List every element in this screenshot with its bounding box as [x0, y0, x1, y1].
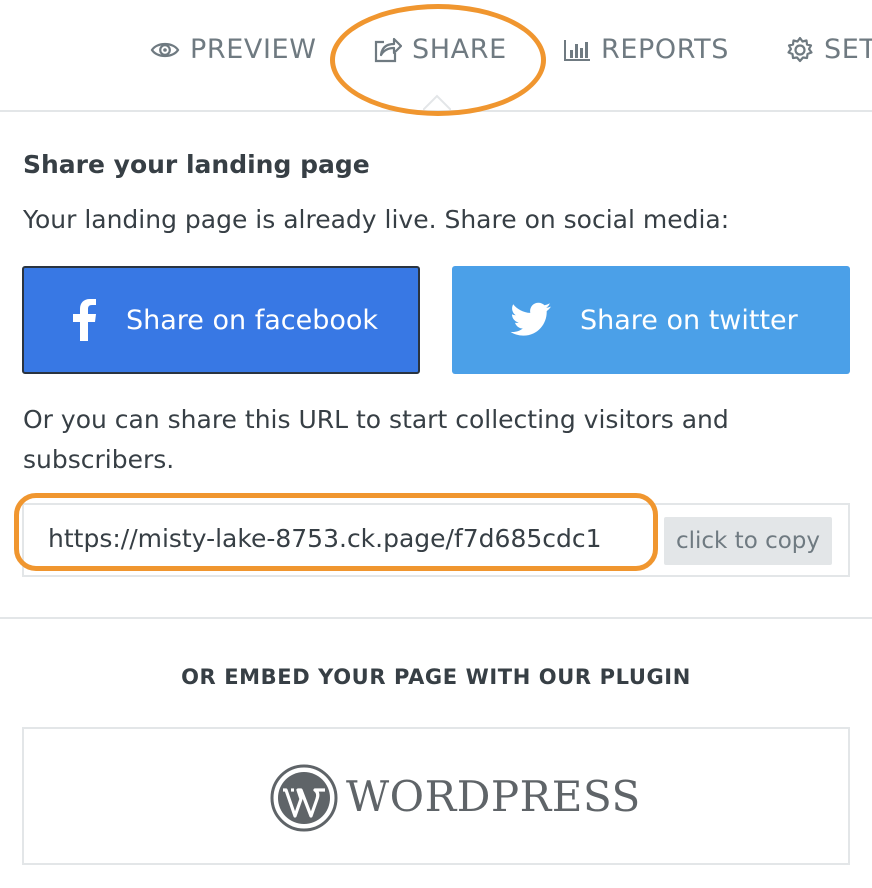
wordpress-logo-icon: [270, 764, 338, 832]
tab-reports[interactable]: REPORTS: [563, 34, 729, 65]
eye-icon: [150, 39, 180, 61]
url-description: Or you can share this URL to start colle…: [23, 405, 729, 474]
top-nav: PREVIEW SHARE REPORTS SETT: [0, 0, 872, 112]
copy-url-button[interactable]: click to copy: [664, 517, 832, 565]
twitter-icon: [510, 302, 552, 338]
wordpress-wordmark-text: WORDPRESS: [346, 772, 641, 821]
bar-chart-icon: [563, 38, 591, 62]
section-divider: [0, 617, 872, 619]
tab-share[interactable]: SHARE: [372, 34, 507, 65]
share-url[interactable]: https://misty-lake-8753.ck.page/f7d685cd…: [48, 524, 602, 553]
share-icon: [372, 36, 402, 64]
facebook-button-label: Share on facebook: [126, 304, 379, 336]
share-facebook-button[interactable]: Share on facebook: [22, 266, 420, 374]
embed-heading: OR EMBED YOUR PAGE WITH OUR PLUGIN: [181, 665, 691, 689]
gear-icon: [786, 36, 814, 64]
intro-text: Your landing page is already live. Share…: [23, 205, 730, 234]
facebook-icon: [70, 299, 98, 341]
tab-label: PREVIEW: [190, 34, 317, 65]
twitter-button-label: Share on twitter: [580, 304, 798, 336]
section-heading: Share your landing page: [23, 150, 370, 179]
tab-preview[interactable]: PREVIEW: [150, 34, 317, 65]
share-twitter-button[interactable]: Share on twitter: [452, 266, 850, 374]
wordpress-wordmark: WORDPRESS: [346, 772, 641, 821]
tab-settings[interactable]: SETT: [786, 34, 872, 65]
tab-label: REPORTS: [601, 34, 729, 65]
tab-label: SHARE: [412, 34, 507, 65]
tab-label: SETT: [824, 34, 872, 65]
